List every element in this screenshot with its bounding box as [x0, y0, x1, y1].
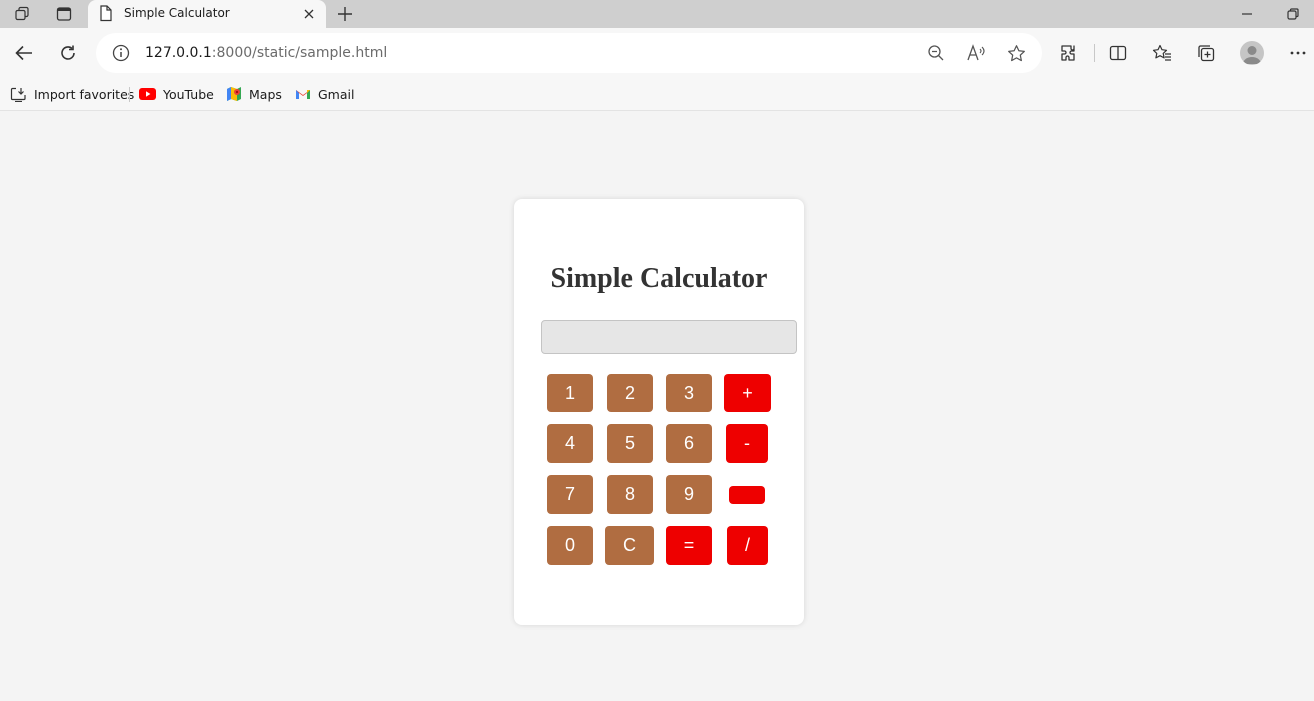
key-1-button[interactable]: 1: [547, 374, 593, 412]
import-icon: [10, 87, 27, 102]
bookmark-label: Maps: [249, 86, 282, 102]
more-menu-icon[interactable]: [1282, 37, 1314, 69]
favorite-star-icon[interactable]: [1001, 38, 1031, 68]
key-9-button[interactable]: 9: [666, 475, 712, 514]
bookmark-import-favorites[interactable]: Import favorites: [10, 85, 134, 103]
bookmark-gmail[interactable]: Gmail: [295, 85, 354, 103]
workspaces-icon[interactable]: [9, 3, 35, 25]
browser-tab[interactable]: Simple Calculator: [88, 0, 326, 28]
key-2-button[interactable]: 2: [607, 374, 653, 412]
key-0-button[interactable]: 0: [547, 526, 593, 565]
maps-icon: [226, 86, 242, 102]
profile-avatar-icon[interactable]: [1240, 41, 1264, 65]
bookmark-youtube[interactable]: YouTube: [139, 85, 214, 103]
split-screen-icon[interactable]: [1102, 37, 1134, 69]
key-3-button[interactable]: 3: [666, 374, 712, 412]
browser-toolbar: 127.0.0.1:8000/static/sample.html: [0, 28, 1314, 78]
tab-strip: Simple Calculator: [0, 0, 1314, 28]
collections-icon[interactable]: [1190, 37, 1222, 69]
site-info-icon[interactable]: [112, 44, 130, 67]
toolbar-divider: [1094, 44, 1095, 62]
read-aloud-icon[interactable]: [961, 38, 991, 68]
zoom-out-icon[interactable]: [921, 38, 951, 68]
bookmark-maps[interactable]: Maps: [226, 85, 282, 103]
tab-actions-icon[interactable]: [51, 3, 77, 25]
bookmark-label: Import favorites: [34, 86, 135, 102]
multiply-button[interactable]: [729, 486, 765, 504]
favorites-icon[interactable]: [1146, 37, 1178, 69]
divide-button[interactable]: /: [727, 526, 768, 565]
calculator-display[interactable]: [541, 320, 797, 354]
url-text[interactable]: 127.0.0.1:8000/static/sample.html: [145, 45, 387, 61]
key-4-button[interactable]: 4: [547, 424, 593, 463]
url-host: 127.0.0.1: [145, 45, 212, 61]
clear-button[interactable]: C: [605, 526, 654, 565]
bookmark-label: YouTube: [163, 86, 214, 102]
new-tab-icon[interactable]: [333, 3, 357, 25]
page-icon: [99, 5, 113, 27]
close-tab-icon[interactable]: [300, 5, 318, 23]
plus-button[interactable]: +: [724, 374, 771, 412]
minus-button[interactable]: -: [726, 424, 768, 463]
bookmark-label: Gmail: [318, 86, 355, 102]
key-6-button[interactable]: 6: [666, 424, 712, 463]
address-bar[interactable]: 127.0.0.1:8000/static/sample.html: [96, 33, 1042, 73]
refresh-icon[interactable]: [52, 37, 84, 69]
key-7-button[interactable]: 7: [547, 475, 593, 514]
url-path: :8000/static/sample.html: [211, 45, 388, 61]
tab-title: Simple Calculator: [124, 6, 230, 20]
page-title: Simple Calculator: [550, 263, 768, 294]
youtube-icon: [139, 88, 156, 100]
key-8-button[interactable]: 8: [607, 475, 653, 514]
back-icon[interactable]: [8, 37, 40, 69]
gmail-icon: [295, 88, 311, 100]
extensions-icon[interactable]: [1053, 37, 1085, 69]
minimize-icon[interactable]: [1234, 3, 1260, 25]
calculator-card: Simple Calculator 1 2 3 + 4 5 6 - 7 8 9 …: [514, 199, 804, 625]
bookmarks-bar: Import favorites YouTube Maps Gmail: [0, 78, 1314, 111]
key-5-button[interactable]: 5: [607, 424, 653, 463]
equals-button[interactable]: =: [666, 526, 712, 565]
restore-icon[interactable]: [1280, 3, 1306, 25]
bookmark-divider: [129, 87, 130, 102]
